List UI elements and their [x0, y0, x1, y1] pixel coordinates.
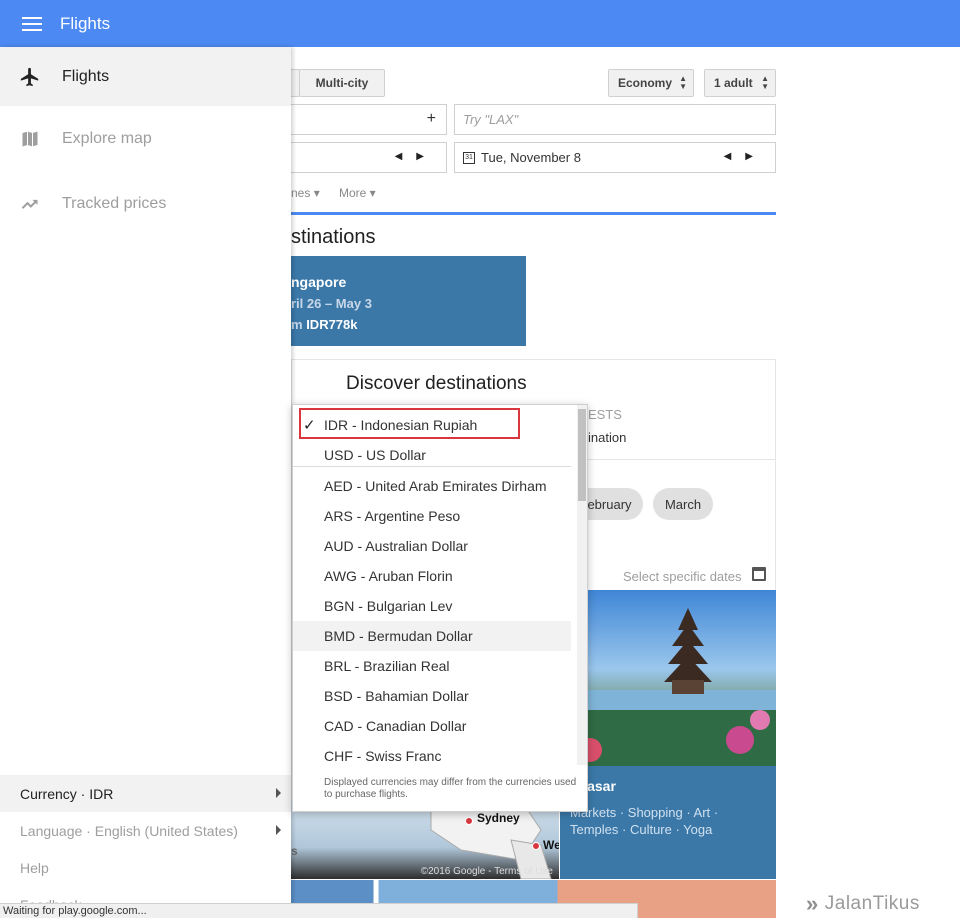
currency-option[interactable]: BGN - Bulgarian Lev [293, 591, 571, 621]
select-arrows-icon: ▲ ▼ [679, 74, 687, 91]
filter-more-dropdown[interactable]: More ▾ [339, 186, 376, 200]
destination-card-denpasar[interactable]: npasar Markets · Shopping · Art · Temple… [560, 766, 776, 879]
month-chip-march[interactable]: March [653, 488, 713, 520]
destination-photo-denpasar[interactable] [560, 590, 776, 766]
help-link[interactable]: Help [0, 849, 291, 886]
currency-option[interactable]: BRL - Brazilian Real [293, 651, 571, 681]
chevron-right-icon [276, 788, 281, 798]
map-icon [0, 129, 62, 149]
currency-option-label: IDR - Indonesian Rupiah [324, 417, 478, 433]
currency-option[interactable]: CAD - Canadian Dollar [293, 711, 571, 741]
app-title: Flights [60, 13, 111, 33]
map-label-we: We [543, 838, 559, 852]
currency-label: Currency · IDR [20, 785, 114, 802]
currency-option-label: AWG - Aruban Florin [324, 568, 453, 584]
map-label-s: s [291, 844, 298, 858]
currency-option[interactable]: USD - US Dollar [293, 440, 571, 470]
currency-option[interactable]: AWG - Aruban Florin [293, 561, 571, 591]
chevron-right-icon [276, 825, 281, 835]
watermark-text: JalanTikus [824, 893, 920, 914]
currency-option[interactable]: BMD - Bermudan Dollar [293, 621, 571, 651]
currency-option-label: BMD - Bermudan Dollar [324, 628, 473, 644]
currency-option[interactable]: BSD - Bahamian Dollar [293, 681, 571, 711]
interests-label: ESTS [588, 407, 622, 422]
select-arrows-icon: ▲ ▼ [761, 74, 769, 91]
scrollbar-thumb[interactable] [578, 409, 586, 501]
date-nav-arrows-icon[interactable]: ◀▶ [395, 151, 438, 162]
currency-setting[interactable]: Currency · IDR [0, 775, 291, 812]
filter-times-dropdown[interactable]: nes ▾ [291, 186, 320, 200]
select-dates-link[interactable]: Select specific dates [623, 569, 742, 584]
destination-tags: Markets · Shopping · Art · Temples · Cul… [570, 805, 719, 837]
promo-dates: ril 26 – May 3 [291, 296, 372, 311]
destinations-heading: stinations [291, 226, 376, 248]
date-nav-arrows-icon[interactable]: ◀▶ [724, 151, 767, 162]
currency-option-label: AED - United Arab Emirates Dirham [324, 478, 547, 494]
currency-note: Displayed currencies may differ from the… [324, 777, 577, 800]
multicity-button[interactable]: Multi-city [299, 69, 385, 97]
currency-option-label: CHF - Swiss Franc [324, 748, 442, 764]
passengers-select[interactable]: 1 adult ▲ ▼ [704, 69, 776, 97]
map-pin-icon[interactable] [465, 817, 473, 825]
destination-field[interactable]: Try "LAX" [454, 104, 776, 135]
currency-option-label: USD - US Dollar [324, 447, 426, 463]
cabin-class-select[interactable]: Economy ▲ ▼ [608, 69, 694, 97]
destination-label: ination [588, 430, 627, 445]
promo-card-singapore[interactable]: ngapore ril 26 – May 3 m IDR778k [291, 256, 526, 346]
return-date-field[interactable]: 31 Tue, November 8 ◀▶ [454, 142, 776, 173]
nav-item-tracked-prices[interactable]: Tracked prices [0, 171, 291, 236]
drawer-settings: Currency · IDR Language · English (Unite… [0, 775, 291, 918]
app-bar: Flights [0, 0, 960, 47]
currency-option-label: ARS - Argentine Peso [324, 508, 461, 524]
add-origin-icon[interactable]: + [427, 110, 436, 128]
promo-city: ngapore [291, 274, 347, 290]
nav-item-label: Flights [62, 67, 110, 85]
currency-option[interactable]: AUD - Australian Dollar [293, 531, 571, 561]
currency-option-label: BGN - Bulgarian Lev [324, 598, 453, 614]
map-label-sydney: Sydney [477, 811, 520, 825]
passengers-label: 1 adult [714, 76, 753, 90]
nav-item-explore-map[interactable]: Explore map [0, 106, 291, 171]
nav-item-label: Explore map [62, 129, 152, 147]
nav-item-label: Tracked prices [62, 194, 167, 212]
menu-icon[interactable] [22, 16, 42, 31]
temple-photo-icon [560, 608, 776, 766]
browser-status-bar: Waiting for play.google.com... [0, 903, 638, 918]
calendar-icon[interactable] [752, 567, 766, 581]
checkmark-icon: ✓ [303, 417, 316, 434]
currency-option[interactable]: ✓ IDR - Indonesian Rupiah [293, 410, 571, 440]
scrollbar[interactable] [577, 405, 587, 765]
card-divider [588, 459, 776, 460]
double-chevron-icon: » [806, 891, 819, 916]
airplane-icon [0, 66, 62, 88]
currency-option-label: CAD - Canadian Dollar [324, 718, 467, 734]
watermark: » JalanTikus [806, 891, 920, 917]
currency-option[interactable]: ARS - Argentine Peso [293, 501, 571, 531]
currency-option-label: BSD - Bahamian Dollar [324, 688, 469, 704]
currency-option[interactable]: AED - United Arab Emirates Dirham [293, 471, 571, 501]
trending-up-icon [0, 194, 62, 214]
discover-title: Discover destinations [346, 373, 527, 394]
currency-option[interactable]: CHF - Swiss Franc [293, 741, 571, 771]
departure-date-field[interactable]: ◀▶ [280, 142, 447, 173]
map-terms-link[interactable]: Terms of Use [494, 866, 553, 877]
nav-item-flights[interactable]: Flights [0, 47, 291, 106]
navigation-drawer: Flights Explore map Tracked prices Curre… [0, 47, 291, 918]
currency-option-label: BRL - Brazilian Real [324, 658, 450, 674]
results-divider [291, 212, 776, 215]
origin-field[interactable]: + [280, 104, 447, 135]
destination-city: npasar [570, 778, 616, 794]
promo-price: IDR778k [306, 317, 358, 332]
destination-placeholder: Try "LAX" [463, 112, 519, 127]
cabin-class-label: Economy [618, 76, 673, 90]
language-label: Language · English (United States) [20, 822, 238, 839]
promo-price-line: m IDR778k [291, 317, 358, 332]
calendar-icon: 31 [463, 151, 475, 164]
currency-menu: ✓ IDR - Indonesian Rupiah USD - US Dollar A… [292, 404, 588, 812]
map-pin-icon[interactable] [532, 842, 540, 850]
currency-option-label: AUD - Australian Dollar [324, 538, 468, 554]
language-setting[interactable]: Language · English (United States) [0, 812, 291, 849]
map-copyright: ©2016 Google - Terms of Use [420, 866, 553, 877]
return-date-value: Tue, November 8 [481, 150, 581, 165]
